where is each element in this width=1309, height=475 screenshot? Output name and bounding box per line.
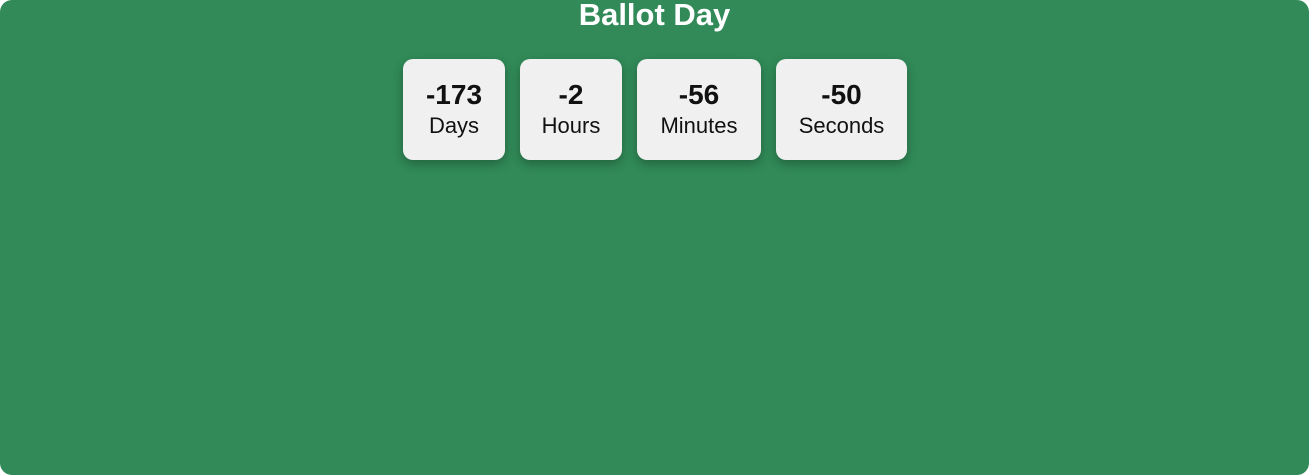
page-title: Ballot Day (578, 0, 731, 32)
minutes-value: -56 (678, 79, 720, 110)
hours-label: Hours (541, 113, 601, 138)
seconds-card: -50 Seconds (776, 59, 907, 160)
days-card: -173 Days (403, 59, 505, 160)
days-value: -173 (425, 79, 483, 110)
days-label: Days (428, 113, 480, 138)
seconds-label: Seconds (798, 113, 885, 138)
minutes-card: -56 Minutes (637, 59, 761, 160)
minutes-label: Minutes (660, 113, 738, 138)
seconds-value: -50 (821, 79, 862, 110)
countdown-row: -173 Days -2 Hours -56 Minutes -50 Secon… (0, 59, 1309, 160)
hours-card: -2 Hours (520, 59, 622, 160)
hours-value: -2 (558, 79, 584, 110)
countdown-panel: Ballot Day -173 Days -2 Hours -56 Minute… (0, 0, 1309, 475)
